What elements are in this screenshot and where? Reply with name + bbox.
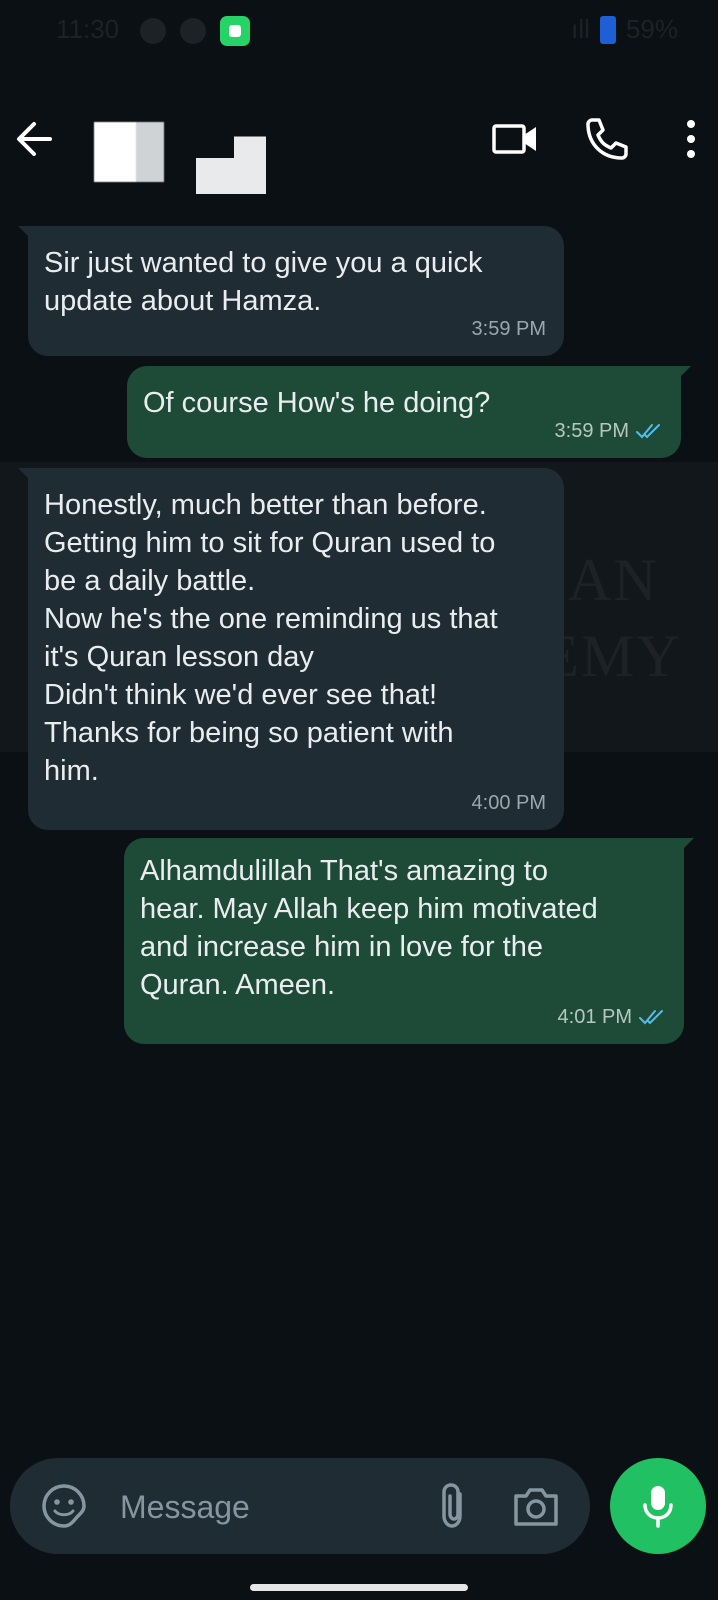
- read-double-check-icon: [636, 424, 660, 439]
- microphone-icon: [643, 1486, 673, 1528]
- incoming-message[interactable]: Sir just wanted to give you a quick upda…: [18, 226, 564, 356]
- video-call-icon: [492, 124, 536, 154]
- message-time: 3:59 PM: [554, 420, 629, 442]
- voice-call-button[interactable]: [580, 112, 634, 166]
- camera-button[interactable]: [510, 1482, 562, 1530]
- outgoing-message[interactable]: Of course How's he doing? 3:59 PM: [127, 366, 691, 458]
- read-double-check-icon: [639, 1010, 663, 1025]
- camera-icon: [514, 1488, 558, 1526]
- message-meta: 3:59 PM: [472, 310, 546, 348]
- message-time: 4:00 PM: [471, 792, 546, 814]
- more-options-button[interactable]: [676, 112, 706, 166]
- message-input[interactable]: [118, 1476, 412, 1538]
- contact-name-redacted[interactable]: [196, 122, 266, 194]
- outgoing-message[interactable]: Alhamdulillah That's amazing to hear. Ma…: [124, 838, 694, 1044]
- snapchat-notification-icon: [180, 18, 206, 44]
- message-meta: 3:59 PM: [555, 412, 663, 450]
- status-bar: 11:30 ıll 59%: [0, 0, 718, 62]
- message-meta: 4:01 PM: [558, 998, 666, 1036]
- status-notification-icons: [140, 16, 250, 46]
- video-call-button[interactable]: [490, 114, 544, 164]
- message-text: Alhamdulillah That's amazing to hear. Ma…: [140, 855, 598, 1001]
- chat-header: [0, 92, 718, 212]
- phone-icon: [586, 118, 628, 160]
- signal-icon: ıll: [571, 14, 590, 44]
- incoming-message[interactable]: Honestly, much better than before. Getti…: [18, 468, 564, 830]
- message-time: 3:59 PM: [471, 318, 546, 340]
- message-text: Honestly, much better than before. Getti…: [44, 489, 498, 787]
- message-time: 4:01 PM: [557, 1006, 632, 1028]
- message-meta: 4:00 PM: [472, 784, 546, 822]
- whatsapp-notification-icon: [140, 18, 166, 44]
- contact-avatar-redacted[interactable]: [94, 122, 164, 182]
- battery-level: 59%: [625, 14, 678, 44]
- attach-button[interactable]: [434, 1480, 474, 1532]
- app-notification-icon: [220, 16, 250, 46]
- battery-icon: [599, 15, 616, 44]
- message-composer: [10, 1458, 590, 1554]
- emoji-sticker-icon: [42, 1484, 86, 1528]
- more-vertical-icon: [687, 120, 695, 158]
- voice-message-button[interactable]: [610, 1458, 706, 1554]
- status-time: 11:30: [56, 14, 120, 44]
- message-text: Sir just wanted to give you a quick upda…: [44, 247, 483, 317]
- status-system-icons: ıll 59%: [571, 14, 678, 45]
- paperclip-icon: [442, 1483, 462, 1528]
- gesture-nav-handle[interactable]: [250, 1584, 468, 1591]
- back-arrow-icon: [17, 122, 52, 156]
- back-button[interactable]: [8, 114, 64, 164]
- emoji-button[interactable]: [40, 1482, 88, 1530]
